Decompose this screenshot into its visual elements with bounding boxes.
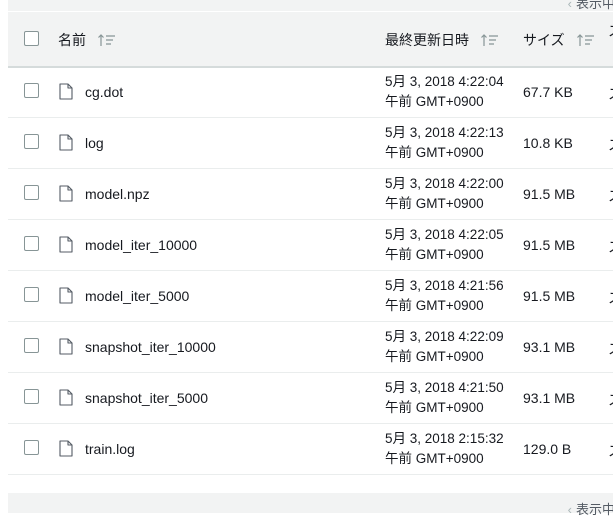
modified-date-line2: 午前 GMT+0900 (385, 145, 484, 160)
column-header-modified[interactable]: 最終更新日時 (385, 30, 499, 50)
column-header-size[interactable]: サイズ (523, 30, 595, 50)
truncated-cell: ス (608, 288, 613, 308)
bottom-pagination-bar: ‹ 表示中 (8, 493, 613, 517)
file-name-link[interactable]: model_iter_10000 (85, 237, 197, 253)
modified-date-line2: 午前 GMT+0900 (385, 247, 484, 262)
table-row[interactable]: model_iter_5000 5月 3, 2018 4:21:56 午前 GMT… (8, 271, 613, 322)
row-checkbox[interactable] (24, 440, 39, 455)
table-row[interactable]: cg.dot 5月 3, 2018 4:22:04 午前 GMT+0900 67.… (8, 67, 613, 118)
chevron-left-icon[interactable]: ‹ (568, 0, 572, 11)
table-row[interactable]: snapshot_iter_10000 5月 3, 2018 4:22:09 午前… (8, 322, 613, 373)
pagination-status: ‹ 表示中 (568, 499, 613, 518)
chevron-left-icon[interactable]: ‹ (568, 502, 572, 517)
truncated-cell: ス (608, 186, 613, 206)
table-row[interactable]: snapshot_iter_5000 5月 3, 2018 4:21:50 午前 … (8, 373, 613, 424)
modified-date: 5月 3, 2018 4:21:56 午前 GMT+0900 (385, 276, 504, 316)
file-name-link[interactable]: log (85, 135, 104, 151)
table-header: 名前 最終更新日時 サイズ ス (8, 12, 613, 68)
modified-date-line2: 午前 GMT+0900 (385, 349, 484, 364)
file-icon (59, 389, 73, 406)
file-name-link[interactable]: snapshot_iter_5000 (85, 390, 208, 406)
modified-date: 5月 3, 2018 4:22:05 午前 GMT+0900 (385, 225, 504, 265)
truncated-cell: ス (608, 339, 613, 359)
modified-date-line1: 5月 3, 2018 4:22:13 (385, 125, 504, 140)
column-header-size-label: サイズ (523, 32, 565, 48)
row-checkbox[interactable] (24, 134, 39, 149)
table-row[interactable]: train.log 5月 3, 2018 2:15:32 午前 GMT+0900 … (8, 424, 613, 475)
column-header-truncated[interactable]: ス (608, 24, 613, 38)
sort-icon[interactable] (98, 33, 116, 47)
table-row[interactable]: log 5月 3, 2018 4:22:13 午前 GMT+0900 10.8 K… (8, 118, 613, 169)
file-icon (59, 287, 73, 304)
file-icon (59, 185, 73, 202)
file-size: 67.7 KB (523, 84, 573, 100)
file-name-link[interactable]: model.npz (85, 186, 150, 202)
modified-date-line1: 5月 3, 2018 4:21:56 (385, 278, 504, 293)
modified-date: 5月 3, 2018 4:22:00 午前 GMT+0900 (385, 174, 504, 214)
modified-date: 5月 3, 2018 4:22:09 午前 GMT+0900 (385, 327, 504, 367)
sort-icon[interactable] (481, 33, 499, 47)
modified-date-line1: 5月 3, 2018 4:22:00 (385, 176, 504, 191)
truncated-cell: ス (608, 390, 613, 410)
modified-date-line2: 午前 GMT+0900 (385, 451, 484, 466)
modified-date-line2: 午前 GMT+0900 (385, 400, 484, 415)
file-icon (59, 338, 73, 355)
table-row[interactable]: model_iter_10000 5月 3, 2018 4:22:05 午前 GM… (8, 220, 613, 271)
modified-date: 5月 3, 2018 4:21:50 午前 GMT+0900 (385, 378, 504, 418)
table-row[interactable]: model.npz 5月 3, 2018 4:22:00 午前 GMT+0900 … (8, 169, 613, 220)
file-size: 10.8 KB (523, 135, 573, 151)
row-checkbox[interactable] (24, 338, 39, 353)
row-checkbox[interactable] (24, 389, 39, 404)
file-icon (59, 134, 73, 151)
truncated-cell: ス (608, 441, 613, 461)
pagination-label: 表示中 (575, 0, 613, 11)
modified-date-line1: 5月 3, 2018 4:22:04 (385, 74, 504, 89)
modified-date-line1: 5月 3, 2018 4:22:09 (385, 329, 504, 344)
modified-date-line1: 5月 3, 2018 2:15:32 (385, 431, 504, 446)
modified-date-line2: 午前 GMT+0900 (385, 196, 484, 211)
modified-date: 5月 3, 2018 4:22:13 午前 GMT+0900 (385, 123, 504, 163)
file-size: 91.5 MB (523, 186, 576, 202)
select-all-checkbox[interactable] (24, 31, 39, 46)
pagination-status: ‹ 表示中 (568, 0, 613, 12)
modified-date-line2: 午前 GMT+0900 (385, 94, 484, 109)
top-pagination-bar: ‹ 表示中 (8, 0, 613, 11)
truncated-cell: ス (608, 237, 613, 257)
truncated-cell: ス (608, 84, 613, 104)
file-size: 93.1 MB (523, 339, 576, 355)
file-name-link[interactable]: model_iter_5000 (85, 288, 189, 304)
modified-date: 5月 3, 2018 4:22:04 午前 GMT+0900 (385, 72, 504, 112)
file-size: 129.0 B (523, 441, 572, 457)
truncated-cell: ス (608, 135, 613, 155)
pagination-label: 表示中 (575, 502, 613, 517)
modified-date: 5月 3, 2018 2:15:32 午前 GMT+0900 (385, 429, 504, 469)
file-size: 91.5 MB (523, 237, 576, 253)
row-checkbox[interactable] (24, 287, 39, 302)
row-checkbox[interactable] (24, 236, 39, 251)
file-table-body: cg.dot 5月 3, 2018 4:22:04 午前 GMT+0900 67.… (8, 67, 613, 475)
file-icon (59, 83, 73, 100)
row-checkbox[interactable] (24, 83, 39, 98)
modified-date-line1: 5月 3, 2018 4:21:50 (385, 380, 504, 395)
file-size: 93.1 MB (523, 390, 576, 406)
column-header-truncated-label: ス (608, 24, 613, 38)
file-icon (59, 236, 73, 253)
modified-date-line1: 5月 3, 2018 4:22:05 (385, 227, 504, 242)
column-header-name-label: 名前 (58, 32, 86, 48)
file-name-link[interactable]: snapshot_iter_10000 (85, 339, 216, 355)
sort-icon[interactable] (576, 33, 595, 47)
row-checkbox[interactable] (24, 185, 39, 200)
file-name-link[interactable]: cg.dot (85, 84, 123, 100)
file-icon (59, 440, 73, 457)
column-header-modified-label: 最終更新日時 (385, 32, 469, 48)
modified-date-line2: 午前 GMT+0900 (385, 298, 484, 313)
column-header-name[interactable]: 名前 (58, 30, 116, 50)
file-name-link[interactable]: train.log (85, 441, 135, 457)
file-size: 91.5 MB (523, 288, 576, 304)
